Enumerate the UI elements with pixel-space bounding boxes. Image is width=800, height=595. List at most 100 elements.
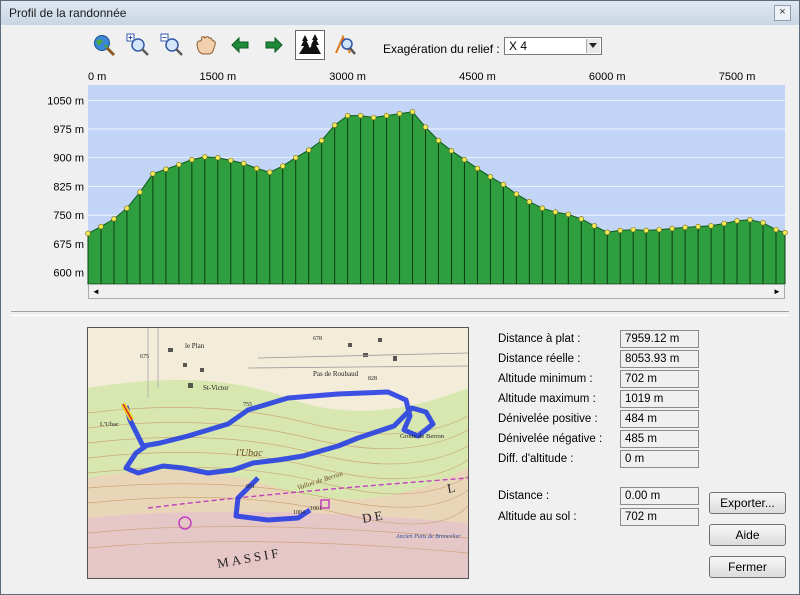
profile-point [383,112,390,119]
profile-point [552,209,559,215]
elevation-profile-chart[interactable]: 0 m 1500 m 3000 m 4500 m 6000 m 7500 m 1050 m… [1,63,799,285]
vegetation-profile-toggle[interactable] [295,30,325,60]
pan-hand-button[interactable] [193,32,219,58]
real-distance-label: Distance réelle : [498,353,581,365]
profile-point [202,154,208,160]
profile-point [331,122,338,128]
scroll-left-button[interactable]: ◄ [89,285,103,298]
map-graphic: le Plan St-Victor Pas de Roubaud l'Ubac … [88,328,468,578]
topographic-map[interactable]: le Plan St-Victor Pas de Roubaud l'Ubac … [87,327,469,579]
min-altitude-value: 702 m [620,370,699,388]
map-label: Grotte de Berron [400,433,445,440]
y-tick-label: 600 m [53,268,84,280]
title-bar: Profil de la randonnée × [1,1,799,25]
flat-distance-label: Distance à plat : [498,333,581,345]
next-button[interactable] [261,32,287,58]
x-tick-label: 7500 m [719,71,756,83]
profile-locate-icon [335,34,356,55]
negative-elevation-label: Dénivelée négative : [498,433,603,445]
profile-point [422,124,429,130]
y-tick-label: 675 m [53,239,84,251]
profile-point [461,156,468,163]
profile-point [241,160,247,167]
ground-altitude-value: 702 m [620,508,699,526]
y-tick-label: 825 m [53,181,84,193]
profile-window: Profil de la randonnée × Exagération du … [0,0,800,595]
zoom-in-button[interactable] [125,32,151,58]
zoom-out-icon [160,33,183,56]
previous-button[interactable] [227,32,253,58]
altitude-difference-label: Diff. d'altitude : [498,453,574,465]
panel-divider [11,311,789,316]
x-tick-label: 4500 m [459,71,496,83]
profile-point [487,174,494,180]
zoom-globe-button[interactable] [91,32,117,58]
x-tick-label: 6000 m [589,71,626,83]
altitude-difference-value: 0 m [620,450,699,468]
window-title: Profil de la randonnée [9,6,127,20]
profile-point [695,223,701,230]
profile-point [150,171,156,177]
scroll-right-button[interactable]: ► [770,285,784,298]
y-tick-label: 900 m [53,153,84,165]
map-label: Ancien Puits de Broncelier [395,534,461,540]
profile-point [357,112,364,119]
profile-point [760,220,766,226]
profile-point [267,169,273,175]
dropdown-arrow[interactable] [586,39,600,53]
profile-point [578,216,584,222]
x-tick-label: 3000 m [329,71,366,83]
arrow-left-icon [231,36,249,54]
profile-horizontal-scrollbar[interactable]: ◄ ► [88,284,785,299]
map-label: le Plan [185,342,205,350]
profile-point [254,165,260,172]
zoom-out-button[interactable] [159,32,185,58]
map-label: Pas de Roubaud [313,370,359,378]
help-button[interactable]: Aide [709,524,786,546]
close-button[interactable]: Fermer [709,556,786,578]
map-label: 675 [140,354,149,360]
ground-altitude-label: Altitude au sol : [498,511,577,523]
export-button[interactable]: Exporter... [709,492,786,514]
profile-point [98,223,104,230]
profile-point [604,229,610,236]
profile-point [526,199,533,205]
profile-point [721,220,727,227]
map-label: L'Ubac [100,421,119,428]
profile-point [228,157,234,164]
positive-elevation-value: 484 m [620,410,699,428]
zoom-in-icon [126,33,149,56]
map-label: 828 [368,376,377,382]
relief-exaggeration-label: Exagération du relief : [383,42,500,56]
profile-point [448,148,455,154]
profile-point [565,211,572,218]
positive-elevation-label: Dénivelée positive : [498,413,598,425]
profile-point [111,216,117,222]
profile-point [591,223,597,229]
arrow-right-icon [265,36,283,54]
profile-point [176,161,182,168]
close-window-button[interactable]: × [774,5,791,21]
zoom-globe-icon [94,35,116,57]
profile-point [539,205,546,211]
relief-exaggeration-select[interactable]: X 4 [504,37,602,55]
cursor-distance-label: Distance : [498,490,550,502]
relief-exaggeration-value: X 4 [509,39,528,53]
profile-point [474,165,481,172]
profile-point [734,218,740,224]
profile-point [137,189,143,195]
chevron-down-icon [589,43,597,48]
map-label: 755 [243,402,252,408]
max-altitude-value: 1019 m [620,390,699,408]
map-label: 1001 [310,506,322,512]
profile-point [124,205,130,211]
profile-locate-button[interactable] [333,32,359,58]
profile-point [292,155,299,161]
y-tick-label: 1050 m [47,95,84,107]
map-label: 1004 [293,510,305,516]
negative-elevation-value: 485 m [620,430,699,448]
flat-distance-value: 7959.12 m [620,330,699,348]
map-label: 678 [313,336,322,342]
profile-point [782,230,788,236]
x-tick-label: 1500 m [199,71,236,83]
